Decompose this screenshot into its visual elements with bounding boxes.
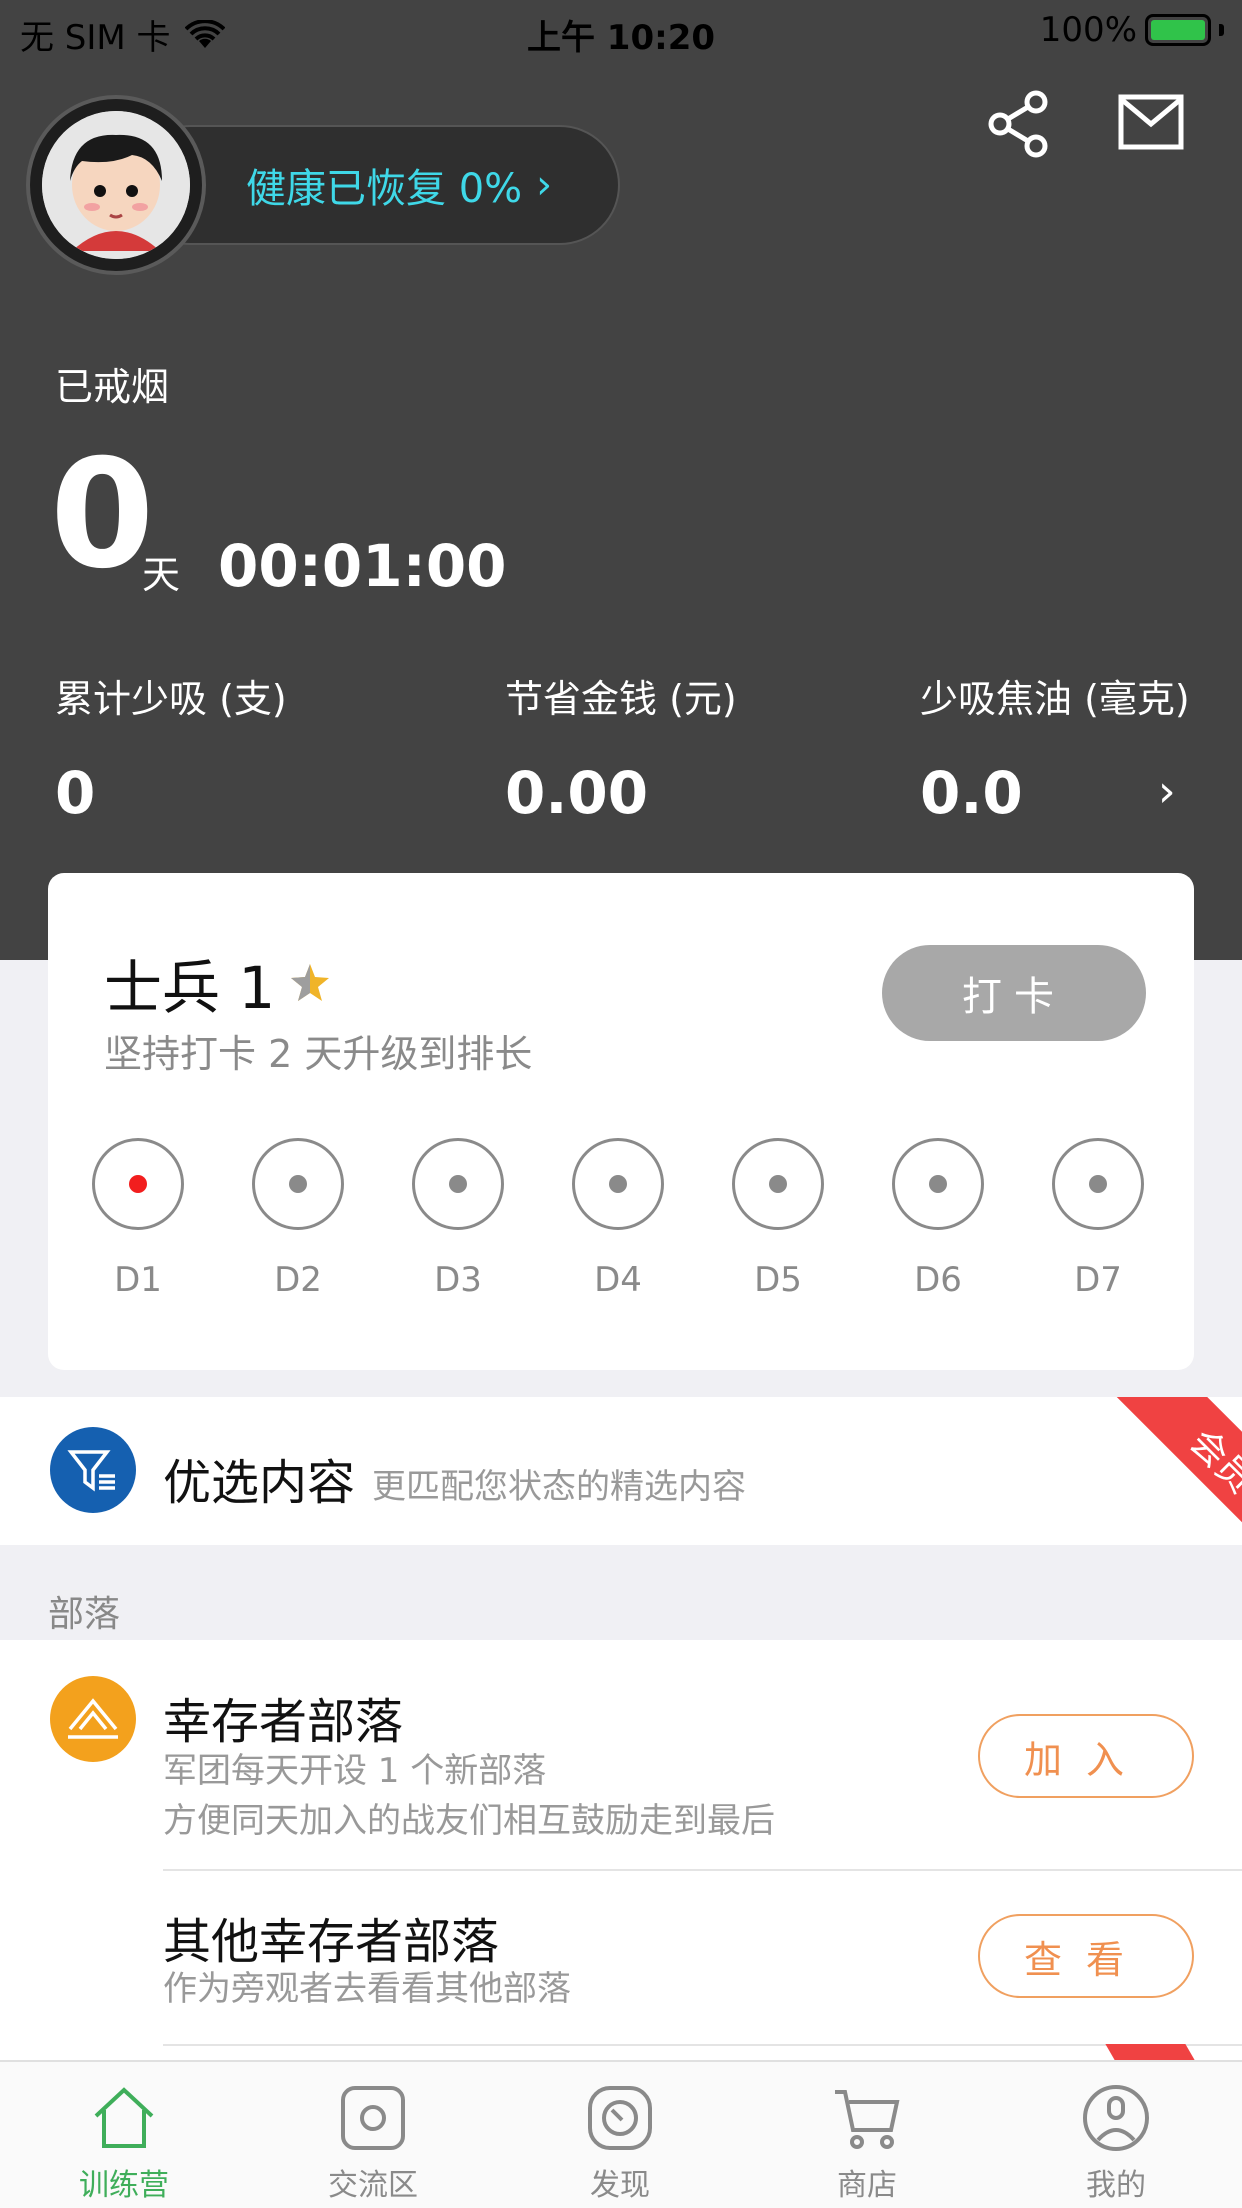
mail-icon[interactable]	[1118, 92, 1184, 152]
rank-subtitle: 坚持打卡 2 天升级到排长	[104, 1032, 533, 1076]
day-item[interactable]: D1	[90, 1138, 186, 1300]
tribe-desc-line: 方便同天加入的战友们相互鼓励走到最后	[163, 1801, 775, 1841]
battery: 100%	[1040, 10, 1224, 50]
day-label: D3	[434, 1260, 482, 1300]
day-circle-icon	[732, 1138, 824, 1230]
tribe-title: 其他幸存者部落	[163, 1914, 500, 1970]
day-label: D2	[274, 1260, 322, 1300]
divider	[163, 2044, 1242, 2046]
chat-icon	[341, 2086, 405, 2150]
tab-shop[interactable]: 商店	[787, 2082, 947, 2204]
tribe-desc-line: 作为旁观者去看看其他部落	[163, 1969, 571, 2009]
health-text: 健康已恢复 0%	[246, 166, 523, 212]
cart-icon	[835, 2090, 900, 2149]
tribe-mountain-icon	[50, 1676, 136, 1762]
tribe-description: 作为旁观者去看看其他部落	[163, 1964, 571, 2014]
stat-cigarettes[interactable]: 累计少吸 (支) 0	[55, 668, 287, 827]
tribe-description: 军团每天开设 1 个新部落 方便同天加入的战友们相互鼓励走到最后	[163, 1746, 775, 1846]
divider	[163, 1869, 1242, 1871]
quit-label: 已戒烟	[55, 365, 170, 409]
stat-tar[interactable]: 少吸焦油 (毫克) 0.0	[920, 668, 1190, 827]
day-item[interactable]: D7	[1050, 1138, 1146, 1300]
day-item[interactable]: D2	[250, 1138, 346, 1300]
stat-label: 节省金钱 (元)	[505, 677, 737, 721]
share-icon[interactable]	[984, 88, 1054, 158]
tab-profile[interactable]: 我的	[1036, 2082, 1196, 2204]
featured-content-row[interactable]: 优选内容 更匹配您状态的精选内容 会员	[0, 1397, 1242, 1545]
day-item[interactable]: D3	[410, 1138, 506, 1300]
tab-label: 商店	[837, 2168, 897, 2203]
rank-name: 士兵 1	[104, 954, 276, 1022]
star-icon	[291, 964, 330, 1001]
day-circle-icon	[252, 1138, 344, 1230]
join-tribe-button[interactable]: 加入	[978, 1714, 1194, 1798]
day-circle-icon	[572, 1138, 664, 1230]
status-bar: 无 SIM 卡 上午 10:20 100%	[0, 0, 1242, 62]
stat-label: 少吸焦油 (毫克)	[920, 677, 1190, 721]
hero-header: 无 SIM 卡 上午 10:20 100% 健康已恢复 0% › 已戒烟 0 天…	[0, 0, 1242, 960]
tab-label: 训练营	[79, 2168, 169, 2203]
tab-discover[interactable]: 发现	[540, 2082, 700, 2204]
tab-label: 我的	[1086, 2168, 1146, 2203]
featured-subtitle: 更匹配您状态的精选内容	[372, 1467, 746, 1507]
tab-label: 发现	[590, 2168, 650, 2203]
battery-percent: 100%	[1039, 10, 1137, 50]
stats-chevron-icon[interactable]: ›	[1158, 766, 1176, 817]
tab-community[interactable]: 交流区	[293, 2082, 453, 2204]
vip-badge: 会员	[1109, 1397, 1242, 1545]
avatar-cartoon-icon	[42, 111, 190, 259]
avatar[interactable]	[26, 95, 206, 275]
tribe-desc-line: 军团每天开设 1 个新部落	[163, 1751, 547, 1791]
quit-days: 0	[50, 428, 155, 602]
stat-value: 0.00	[505, 759, 649, 827]
tribe-list: 幸存者部落 军团每天开设 1 个新部落 方便同天加入的战友们相互鼓励走到最后 加…	[0, 1640, 1242, 2060]
stat-label: 累计少吸 (支)	[55, 677, 287, 721]
tab-bar: 训练营 交流区 发现 商店 我的	[0, 2060, 1242, 2208]
stat-money[interactable]: 节省金钱 (元) 0.00	[505, 668, 737, 827]
stat-value: 0.0	[920, 759, 1023, 827]
ribbon-peek	[1105, 2044, 1195, 2060]
view-tribes-button[interactable]: 查看	[978, 1914, 1194, 1998]
day-item[interactable]: D5	[730, 1138, 826, 1300]
tribe-title: 幸存者部落	[163, 1694, 404, 1750]
user-icon	[1083, 2085, 1149, 2151]
rank-card: 士兵 1 坚持打卡 2 天升级到排长 打卡 D1 D2 D3 D4 D5 D6 …	[48, 873, 1194, 1370]
day-circle-icon	[1052, 1138, 1144, 1230]
day-label: D7	[1074, 1260, 1122, 1300]
section-label-tribes: 部落	[48, 1594, 121, 1635]
day-label: D1	[114, 1260, 162, 1300]
day-circle-icon	[412, 1138, 504, 1230]
quit-days-unit: 天	[142, 553, 181, 597]
compass-icon	[588, 2086, 652, 2150]
stat-value: 0	[55, 759, 96, 827]
tab-training-camp[interactable]: 训练营	[44, 2082, 204, 2204]
home-icon	[94, 2087, 154, 2148]
day-label: D5	[754, 1260, 802, 1300]
day-label: D6	[914, 1260, 962, 1300]
featured-title: 优选内容	[163, 1455, 356, 1511]
day-item[interactable]: D4	[570, 1138, 666, 1300]
day-circle-icon	[892, 1138, 984, 1230]
filter-icon	[50, 1427, 136, 1513]
checkin-button[interactable]: 打卡	[882, 945, 1146, 1041]
chevron-right-icon: ›	[536, 162, 553, 208]
day-circle-icon	[92, 1138, 184, 1230]
quit-timer: 00:01:00	[218, 532, 507, 600]
tab-label: 交流区	[328, 2168, 418, 2203]
battery-icon	[1145, 14, 1211, 46]
rank-title: 士兵 1	[104, 941, 331, 1025]
day-label: D4	[594, 1260, 642, 1300]
day-item[interactable]: D6	[890, 1138, 986, 1300]
